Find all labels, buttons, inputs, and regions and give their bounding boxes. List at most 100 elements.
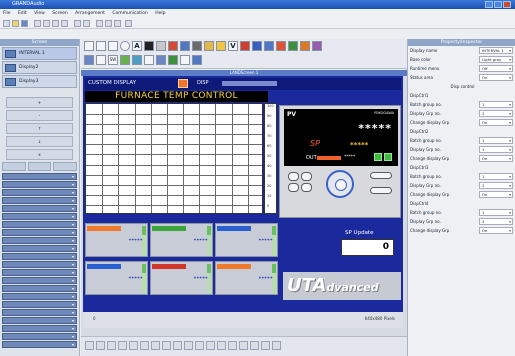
- paste-icon[interactable]: [61, 20, 68, 27]
- tab-parts[interactable]: [2, 162, 26, 171]
- grid-icon[interactable]: [105, 20, 112, 27]
- property-value-select[interactable]: 1: [479, 146, 513, 153]
- align-tool-button[interactable]: [173, 341, 182, 350]
- tag-tile[interactable]: *****: [150, 223, 213, 257]
- scale-icon[interactable]: [180, 55, 190, 65]
- move-down-button[interactable]: ↓: [6, 136, 73, 147]
- transfer-icon[interactable]: [114, 20, 121, 27]
- pointer-icon[interactable]: [84, 41, 94, 51]
- faceplate-icon[interactable]: [264, 41, 274, 51]
- remove-screen-button[interactable]: -: [6, 110, 73, 121]
- valve-icon[interactable]: [132, 55, 142, 65]
- zoom-icon[interactable]: [96, 20, 103, 27]
- property-value-select[interactable]: Light gray: [479, 56, 513, 63]
- ellipse-icon[interactable]: [120, 41, 130, 51]
- property-value-select[interactable]: 2: [479, 218, 513, 225]
- property-value-select[interactable]: 1: [479, 209, 513, 216]
- delete-screen-button[interactable]: x: [6, 149, 73, 160]
- part-dropdown[interactable]: [2, 325, 77, 332]
- part-dropdown[interactable]: [2, 333, 77, 340]
- align-tool-button[interactable]: [140, 341, 149, 350]
- property-value-select[interactable]: 2: [479, 110, 513, 117]
- part-dropdown[interactable]: [2, 253, 77, 260]
- hmi-screen[interactable]: CUSTOM DISPLAY DISP FURNACE TEMP CONTROL…: [83, 76, 403, 328]
- add-screen-button[interactable]: +: [6, 97, 73, 108]
- align-tool-button[interactable]: [250, 341, 259, 350]
- screen-menu-button[interactable]: [178, 79, 188, 88]
- property-value-select[interactable]: Off: [479, 65, 513, 72]
- object-icon[interactable]: [312, 41, 322, 51]
- sw-icon[interactable]: SW: [108, 55, 118, 65]
- property-value-select[interactable]: On: [479, 155, 513, 162]
- key-b1[interactable]: [288, 183, 299, 192]
- switch-icon[interactable]: [204, 41, 214, 51]
- cut-icon[interactable]: [43, 20, 50, 27]
- key-a1[interactable]: [288, 172, 299, 181]
- part-dropdown[interactable]: [2, 317, 77, 324]
- part-dropdown[interactable]: [2, 341, 77, 348]
- align-tool-button[interactable]: [217, 341, 226, 350]
- part-dropdown[interactable]: [2, 293, 77, 300]
- tab-tags[interactable]: [27, 162, 52, 171]
- align-tool-button[interactable]: [228, 341, 237, 350]
- property-value-select[interactable]: On: [479, 227, 513, 234]
- new-file-icon[interactable]: [3, 20, 10, 27]
- pipe-icon[interactable]: [168, 55, 178, 65]
- part-dropdown[interactable]: [2, 245, 77, 252]
- part-dropdown[interactable]: [2, 197, 77, 204]
- part-dropdown[interactable]: [2, 229, 77, 236]
- property-value-select[interactable]: 2: [479, 182, 513, 189]
- align-tool-button[interactable]: [96, 341, 105, 350]
- table-part-icon[interactable]: [84, 55, 94, 65]
- part-dropdown[interactable]: [2, 221, 77, 228]
- tag-tile[interactable]: *****: [85, 261, 148, 295]
- slider-icon[interactable]: [144, 55, 154, 65]
- align-tool-button[interactable]: [195, 341, 204, 350]
- part-dropdown[interactable]: [2, 285, 77, 292]
- picture-icon[interactable]: [300, 41, 310, 51]
- part-dropdown[interactable]: [2, 269, 77, 276]
- button-part-icon[interactable]: [144, 41, 154, 51]
- screen-item-3[interactable]: Display3: [2, 75, 77, 88]
- part-dropdown[interactable]: [2, 301, 77, 308]
- property-value-select[interactable]: On: [479, 191, 513, 198]
- move-up-button[interactable]: ↑: [6, 123, 73, 134]
- key-setenter[interactable]: [370, 187, 392, 194]
- save-icon[interactable]: [21, 20, 28, 27]
- minimize-button[interactable]: [485, 1, 493, 8]
- menu-view[interactable]: View: [31, 9, 48, 18]
- redo-icon[interactable]: [83, 20, 90, 27]
- maximize-button[interactable]: [494, 1, 502, 8]
- sp-update-field[interactable]: 0: [341, 239, 394, 256]
- line-icon[interactable]: [96, 41, 106, 51]
- menu-help[interactable]: Help: [152, 9, 168, 18]
- window-part-icon[interactable]: [288, 41, 298, 51]
- lamp-icon[interactable]: [156, 41, 166, 51]
- property-value-select[interactable]: 1: [479, 101, 513, 108]
- align-tool-button[interactable]: [206, 341, 215, 350]
- part-dropdown[interactable]: [2, 173, 77, 180]
- pin-icon[interactable]: [252, 41, 262, 51]
- menu-arrangement[interactable]: Arrangement: [72, 9, 108, 18]
- screen-item-1[interactable]: INTERVAL 1: [2, 47, 77, 60]
- text-icon[interactable]: A: [132, 41, 142, 51]
- tank-icon[interactable]: [120, 55, 130, 65]
- copy-icon[interactable]: [52, 20, 59, 27]
- part-dropdown[interactable]: [2, 181, 77, 188]
- align-tool-button[interactable]: [118, 341, 127, 350]
- tag-tile[interactable]: *****: [150, 261, 213, 295]
- disp-field[interactable]: [222, 81, 277, 86]
- part-dropdown[interactable]: [2, 309, 77, 316]
- part-dropdown[interactable]: [2, 261, 77, 268]
- grid-part-icon[interactable]: [96, 55, 106, 65]
- align-tool-button[interactable]: [261, 341, 270, 350]
- value-icon[interactable]: V: [228, 41, 238, 51]
- key-b2[interactable]: [301, 183, 312, 192]
- tab-library[interactable]: [53, 162, 78, 171]
- align-tool-button[interactable]: [184, 341, 193, 350]
- menu-communication[interactable]: Communication: [109, 9, 150, 18]
- property-value-select[interactable]: On: [479, 119, 513, 126]
- menu-edit[interactable]: Edit: [15, 9, 30, 18]
- tag-tile[interactable]: *****: [85, 223, 148, 257]
- bargraph-icon[interactable]: [168, 41, 178, 51]
